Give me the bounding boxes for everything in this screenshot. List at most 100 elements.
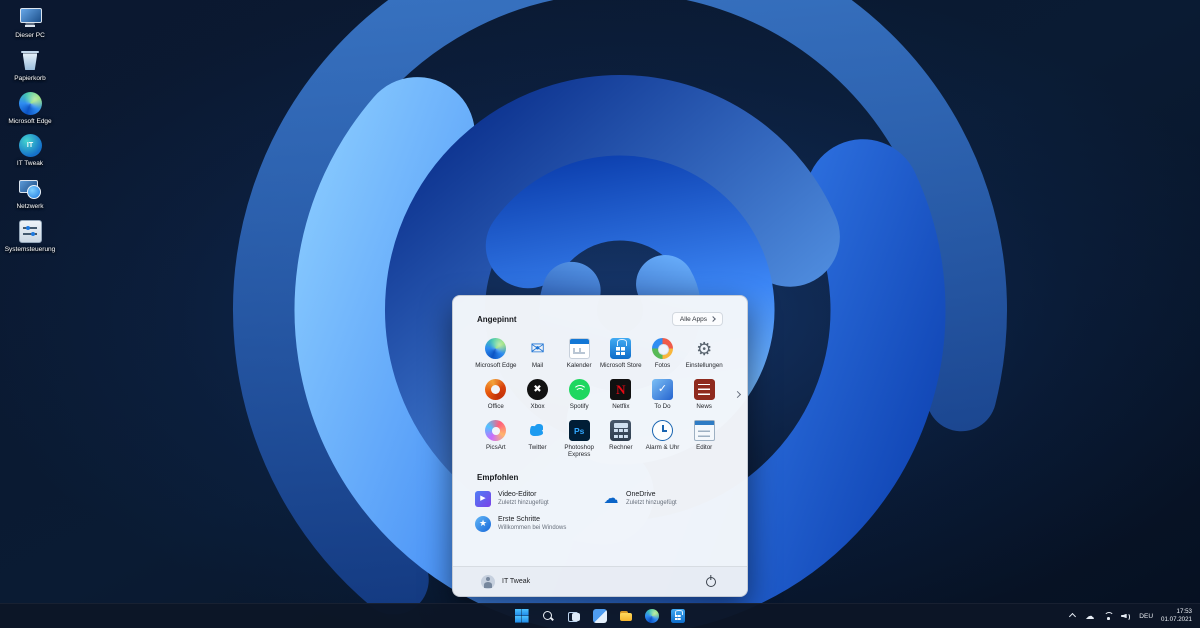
mail-icon: ✉ — [527, 338, 548, 359]
desktop-icon-dieser-pc[interactable]: Dieser PC — [2, 6, 58, 40]
picsart-icon — [485, 420, 506, 441]
ps-express-icon-glyph: Ps — [574, 427, 584, 436]
edge-icon — [19, 92, 42, 115]
file-explorer-icon — [619, 609, 633, 623]
pinned-app-news[interactable]: News — [683, 377, 725, 412]
desktop-icon-netzwerk[interactable]: Netzwerk — [2, 177, 58, 211]
pinned-app-alarm-uhr[interactable]: Alarm & Uhr — [642, 418, 684, 460]
pinned-app-label: PicsArt — [486, 444, 506, 451]
pinned-app-label: Twitter — [528, 444, 546, 451]
tray-chevron-up-icon[interactable] — [1066, 611, 1077, 622]
photos-icon — [652, 338, 673, 359]
desktop-icon-microsoft-edge[interactable]: Microsoft Edge — [2, 92, 58, 126]
windows-desktop: Dieser PCPapierkorbMicrosoft EdgeITIT Tw… — [0, 0, 1200, 628]
recommended-item-text: Video-EditorZuletzt hinzugefügt — [498, 491, 549, 506]
user-name: IT Tweak — [502, 578, 530, 585]
chevron-right-icon — [710, 316, 716, 322]
user-profile-button[interactable]: IT Tweak — [481, 575, 530, 589]
video-editor-icon-glyph: ▶ — [480, 495, 485, 502]
office-icon — [485, 379, 506, 400]
netflix-icon-glyph: N — [616, 383, 625, 396]
tray-onedrive-icon[interactable]: ☁ — [1084, 611, 1095, 622]
notepad-icon — [694, 420, 715, 441]
language-indicator[interactable]: DEU — [1139, 613, 1153, 620]
get-started-icon-glyph: ★ — [479, 519, 487, 528]
desktop-icon-it-tweak[interactable]: ITIT Tweak — [2, 134, 58, 168]
todo-icon: ✓ — [652, 379, 673, 400]
recommended-item-erste-schritte[interactable]: ★ Erste Schritte Willkommen bei Windows — [475, 516, 597, 532]
clock[interactable]: 17:53 01.07.2021 — [1161, 608, 1192, 624]
netflix-icon: N — [610, 379, 631, 400]
recommended-item-title: Erste Schritte — [498, 516, 566, 523]
pinned-app-mail[interactable]: ✉ Mail — [517, 336, 559, 371]
xbox-icon-glyph: ✖ — [533, 385, 541, 395]
calculator-icon — [610, 420, 631, 441]
pinned-app-label: Kalender — [567, 362, 592, 369]
twitter-icon — [527, 420, 548, 441]
user-avatar-icon — [481, 575, 495, 589]
recommended-item-onedrive[interactable]: ☁OneDriveZuletzt hinzugefügt — [603, 491, 725, 507]
recommended-item-video-editor[interactable]: ▶ Video-EditorZuletzt hinzugefügt — [475, 491, 597, 507]
tray-time: 17:53 — [1161, 608, 1192, 616]
tray-network-icon[interactable] — [1102, 611, 1113, 622]
taskbar-button-widgets[interactable] — [590, 607, 610, 626]
pinned-app-label: Microsoft Edge — [475, 362, 516, 369]
pinned-app-to-do[interactable]: ✓To Do — [642, 377, 684, 412]
taskbar-button-file-explorer[interactable] — [616, 607, 636, 626]
recommended-item-title: Video-Editor — [498, 491, 549, 498]
pinned-app-rechner[interactable]: Rechner — [600, 418, 642, 460]
desktop-icon-label: Systemsteuerung — [5, 246, 56, 254]
desktop-icon-systemsteuerung[interactable]: Systemsteuerung — [2, 220, 58, 254]
desktop-icon-label: Netzwerk — [16, 203, 43, 211]
pinned-app-label: Mail — [532, 362, 543, 369]
xbox-icon: ✖ — [527, 379, 548, 400]
pinned-app-twitter[interactable]: Twitter — [517, 418, 559, 460]
desktop-icon-label: Microsoft Edge — [8, 118, 51, 126]
pinned-app-einstellungen[interactable]: ⚙Einstellungen — [683, 336, 725, 371]
pinned-app-microsoft-edge[interactable]: Microsoft Edge — [475, 336, 517, 371]
recommended-item-title: OneDrive — [626, 491, 677, 498]
taskbar-button-store[interactable] — [668, 607, 688, 626]
taskbar-buttons — [512, 604, 688, 628]
control-panel-icon — [19, 220, 42, 243]
all-apps-button[interactable]: Alle Apps — [672, 312, 723, 326]
tray-icons: ☁ — [1066, 611, 1131, 622]
taskbar-button-start[interactable] — [512, 607, 532, 626]
pinned-app-office[interactable]: Office — [475, 377, 517, 412]
pinned-app-editor[interactable]: Editor — [683, 418, 725, 460]
pinned-app-spotify[interactable]: Spotify — [558, 377, 600, 412]
pinned-app-fotos[interactable]: Fotos — [642, 336, 684, 371]
pinned-app-label: Microsoft Store — [600, 362, 642, 369]
pinned-app-picsart[interactable]: PicsArt — [475, 418, 517, 460]
pinned-app-netflix[interactable]: NNetflix — [600, 377, 642, 412]
windows-start-icon — [515, 609, 529, 623]
taskbar-button-task-view[interactable] — [564, 607, 584, 626]
pinned-app-label: Alarm & Uhr — [646, 444, 680, 451]
pinned-next-page-chevron[interactable] — [734, 391, 741, 398]
pinned-app-label: Editor — [696, 444, 712, 451]
pinned-app-label: News — [696, 403, 711, 410]
pinned-section-title: Angepinnt — [477, 315, 517, 324]
recycle-bin-icon — [19, 49, 42, 72]
all-apps-label: Alle Apps — [680, 316, 707, 323]
store-icon — [610, 338, 631, 359]
ps-express-icon: Ps — [569, 420, 590, 441]
power-button[interactable] — [703, 574, 719, 590]
todo-icon-glyph: ✓ — [658, 384, 667, 395]
it-tweak-icon: IT — [19, 134, 42, 157]
start-menu-footer: IT Tweak — [453, 566, 747, 596]
pinned-app-xbox[interactable]: ✖Xbox — [517, 377, 559, 412]
pinned-app-microsoft-store[interactable]: Microsoft Store — [600, 336, 642, 371]
desktop-icon-papierkorb[interactable]: Papierkorb — [2, 49, 58, 83]
this-pc-icon — [19, 6, 42, 29]
pinned-app-label: Fotos — [655, 362, 670, 369]
tray-volume-icon[interactable] — [1120, 611, 1131, 622]
pinned-app-kalender[interactable]: Kalender — [558, 336, 600, 371]
taskbar-button-edge[interactable] — [642, 607, 662, 626]
taskbar-button-search[interactable] — [538, 607, 558, 626]
recommended-item-subtitle: Willkommen bei Windows — [498, 525, 566, 531]
pinned-app-photoshop-express[interactable]: PsPhotoshop Express — [558, 418, 600, 460]
edge-icon — [485, 338, 506, 359]
task-view-icon — [567, 609, 581, 623]
tray-onedrive-icon-glyph: ☁ — [1085, 612, 1094, 621]
